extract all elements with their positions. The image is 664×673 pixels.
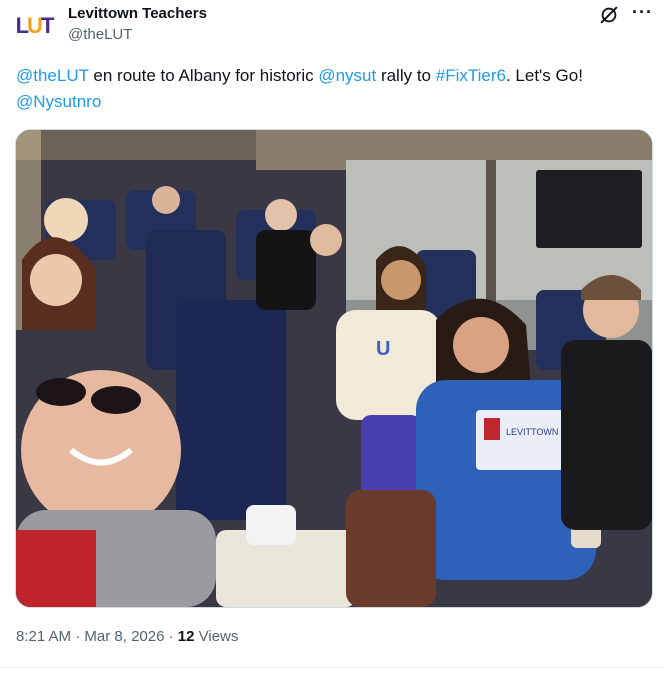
bus-selfie-image: U LEVITTOWN UNITED TEACHERS	[16, 130, 652, 607]
grok-icon[interactable]	[598, 4, 620, 26]
author-name[interactable]: Levittown Teachers	[68, 5, 207, 22]
avatar[interactable]: LUT	[14, 6, 54, 46]
tweet-time[interactable]: 8:21 AM	[16, 628, 71, 645]
views-label: Views	[194, 628, 239, 645]
divider	[0, 667, 664, 668]
tweet-text-segment: rally to	[376, 66, 436, 85]
lut-logo: LUT	[15, 13, 55, 38]
tweet-meta: 8:21 AM · Mar 8, 2026 · 12 Views	[16, 628, 238, 645]
tweet: LUT Levittown Teachers @theLUT ··· @theL…	[0, 0, 664, 673]
tweet-photo[interactable]: U LEVITTOWN UNITED TEACHERS	[15, 129, 653, 608]
views-count: 12	[177, 628, 195, 645]
mention-link[interactable]: @theLUT	[16, 66, 89, 85]
author-handle[interactable]: @theLUT	[68, 26, 132, 43]
meta-separator: ·	[164, 628, 178, 645]
tweet-date[interactable]: Mar 8, 2026	[84, 628, 164, 645]
tweet-text: @theLUT en route to Albany for historic …	[16, 63, 646, 115]
tweet-text-segment: . Let's Go!	[505, 66, 583, 85]
meta-separator: ·	[71, 628, 85, 645]
more-icon[interactable]: ···	[632, 2, 653, 23]
mention-link[interactable]: @nysut	[318, 66, 376, 85]
svg-text:U: U	[376, 338, 390, 360]
hashtag-link[interactable]: #FixTier6	[436, 66, 506, 85]
tweet-text-segment: en route to Albany for historic	[88, 66, 319, 85]
mention-link[interactable]: @Nysutnro	[16, 92, 101, 111]
